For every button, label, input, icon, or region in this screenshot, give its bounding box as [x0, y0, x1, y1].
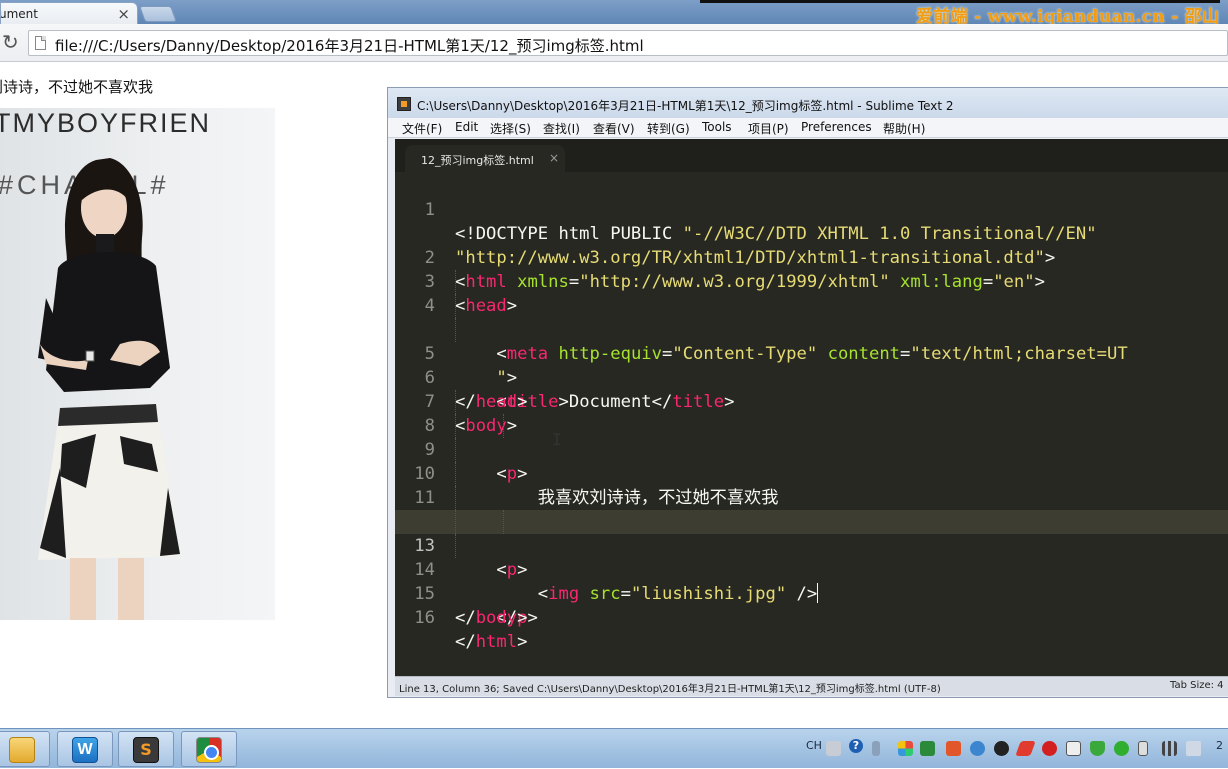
page-viewport: 刘诗诗，不过她不喜欢我 TMYBOYFRIEN #CHANEL#: [0, 62, 1228, 728]
windows-taskbar: W S CH ? 2: [0, 728, 1228, 768]
menu-find[interactable]: 查找(I): [543, 120, 580, 137]
close-icon[interactable]: ×: [549, 151, 559, 165]
help-icon[interactable]: ?: [849, 739, 863, 753]
code-line: 14 </p>: [395, 534, 1228, 628]
code-line: 6 </head>: [395, 342, 1228, 412]
browser-toolbar: ↻ file:///C:/Users/Danny/Desktop/2016年3月…: [0, 24, 1228, 62]
flag-icon[interactable]: [1066, 741, 1081, 756]
browser-tab-strip: ument × 爱前端 - www.iqianduan.cn - 邵山: [0, 0, 1228, 27]
close-icon[interactable]: ×: [117, 5, 130, 23]
paint-icon[interactable]: [1015, 741, 1036, 756]
signal-icon[interactable]: [1162, 741, 1177, 756]
x-app-icon[interactable]: [946, 741, 961, 756]
menu-edit[interactable]: Edit: [455, 120, 478, 134]
mouse-cursor-ibeam: I: [552, 430, 562, 449]
code-line: 5 <title>Document</title>: [395, 318, 1228, 412]
sublime-window-title: C:\Users\Danny\Desktop\2016年3月21日-HTML第1…: [417, 99, 954, 113]
page-paragraph: 刘诗诗，不过她不喜欢我: [0, 78, 154, 96]
record-icon[interactable]: [1042, 741, 1057, 756]
file-tab[interactable]: 12_预习img标签.html ×: [405, 145, 565, 172]
folder-icon: [9, 737, 35, 763]
reload-icon[interactable]: ↻: [2, 30, 19, 54]
address-bar[interactable]: file:///C:/Users/Danny/Desktop/2016年3月21…: [28, 30, 1228, 56]
sublime-window: C:\Users\Danny\Desktop\2016年3月21日-HTML第1…: [387, 87, 1228, 698]
editor-tab-strip: 12_预习img标签.html ×: [395, 139, 1228, 172]
code-line: 3 <head>: [395, 246, 1228, 316]
sublime-menu-bar: 文件(F) Edit 选择(S) 查找(I) 查看(V) 转到(G) Tools…: [388, 118, 1228, 138]
page-icon: [35, 36, 46, 50]
device-icon[interactable]: [1138, 741, 1148, 756]
sublime-title-bar: C:\Users\Danny\Desktop\2016年3月21日-HTML第1…: [388, 88, 1228, 118]
person-figure: [38, 158, 180, 620]
menu-selection[interactable]: 选择(S): [490, 120, 531, 137]
code-line: 1 <!DOCTYPE html PUBLIC "-//W3C//DTD XHT…: [395, 174, 1228, 244]
settings-icon[interactable]: [872, 741, 880, 756]
code-token: html: [475, 632, 518, 652]
code-line: 12 <p>: [395, 486, 1228, 580]
browser-tab[interactable]: ument ×: [0, 2, 138, 24]
code-area[interactable]: 1 <!DOCTYPE html PUBLIC "-//W3C//DTD XHT…: [395, 174, 1228, 652]
menu-project[interactable]: 项目(P): [748, 120, 789, 137]
code-line: 7 <body>: [395, 366, 1228, 436]
code-line: 15 </body>: [395, 558, 1228, 628]
menu-help[interactable]: 帮助(H): [883, 120, 925, 137]
tab-size-indicator[interactable]: Tab Size: 4: [1170, 680, 1224, 691]
code-line-wrap: "http://www.w3.org/TR/xhtml1/DTD/xhtml1-…: [395, 198, 1228, 268]
plus-icon[interactable]: [1114, 741, 1129, 756]
code-line: 11: [395, 462, 1228, 508]
code-line: 16 </html>: [395, 582, 1228, 652]
taskbar-word-button[interactable]: W: [57, 731, 113, 767]
line-number: 16: [414, 608, 435, 628]
url-text[interactable]: file:///C:/Users/Danny/Desktop/2016年3月21…: [55, 35, 644, 56]
code-line: 9 我喜欢刘诗诗，不过她不喜欢我: [395, 414, 1228, 508]
status-text: Line 13, Column 36; Saved C:\Users\Danny…: [399, 684, 941, 695]
code-editor[interactable]: 12_预习img标签.html × 1 <!DOCTYPE html PUBLI…: [395, 139, 1228, 676]
windows-app-icon[interactable]: [898, 741, 913, 756]
keyboard-icon[interactable]: [826, 741, 841, 756]
code-line-current: 13 <img src="liushishi.jpg" />: [395, 510, 1228, 604]
code-line: 4 <meta http-equiv="Content-Type" conten…: [395, 270, 1228, 364]
menu-file[interactable]: 文件(F): [402, 120, 442, 137]
menu-tools[interactable]: Tools: [702, 120, 732, 134]
c-app-icon[interactable]: [920, 741, 935, 756]
word-icon: W: [72, 737, 98, 763]
cube-icon[interactable]: [970, 741, 985, 756]
code-line: 8 <p>: [395, 390, 1228, 484]
sublime-icon: S: [133, 737, 159, 763]
menu-view[interactable]: 查看(V): [593, 120, 635, 137]
browser-tab-title: ument: [0, 7, 38, 21]
sublime-status-bar: Line 13, Column 36; Saved C:\Users\Danny…: [395, 676, 1228, 696]
menu-preferences[interactable]: Preferences: [801, 120, 872, 134]
menu-goto[interactable]: 转到(G): [647, 120, 690, 137]
volume-icon[interactable]: [1186, 741, 1201, 756]
clock-fragment[interactable]: 2: [1216, 739, 1223, 752]
taskbar-chrome-button[interactable]: [181, 731, 237, 767]
file-tab-label: 12_预习img标签.html: [421, 154, 534, 167]
code-line: 10 </p>: [395, 438, 1228, 532]
language-indicator[interactable]: CH: [806, 739, 822, 752]
taskbar-explorer-button[interactable]: [0, 731, 50, 767]
chrome-icon: [196, 737, 222, 763]
taskbar-sublime-button[interactable]: S: [118, 731, 174, 767]
sublime-app-icon: [397, 97, 411, 111]
photo-image: TMYBOYFRIEN #CHANEL#: [0, 108, 275, 620]
system-tray: CH ? 2: [800, 729, 1228, 769]
new-tab-button[interactable]: [139, 6, 177, 22]
code-line-wrap: ">: [395, 294, 1228, 388]
code-line: 2 <html xmlns="http://www.w3.org/1999/xh…: [395, 222, 1228, 292]
qq-icon[interactable]: [994, 741, 1009, 756]
shield-icon[interactable]: [1090, 741, 1105, 756]
